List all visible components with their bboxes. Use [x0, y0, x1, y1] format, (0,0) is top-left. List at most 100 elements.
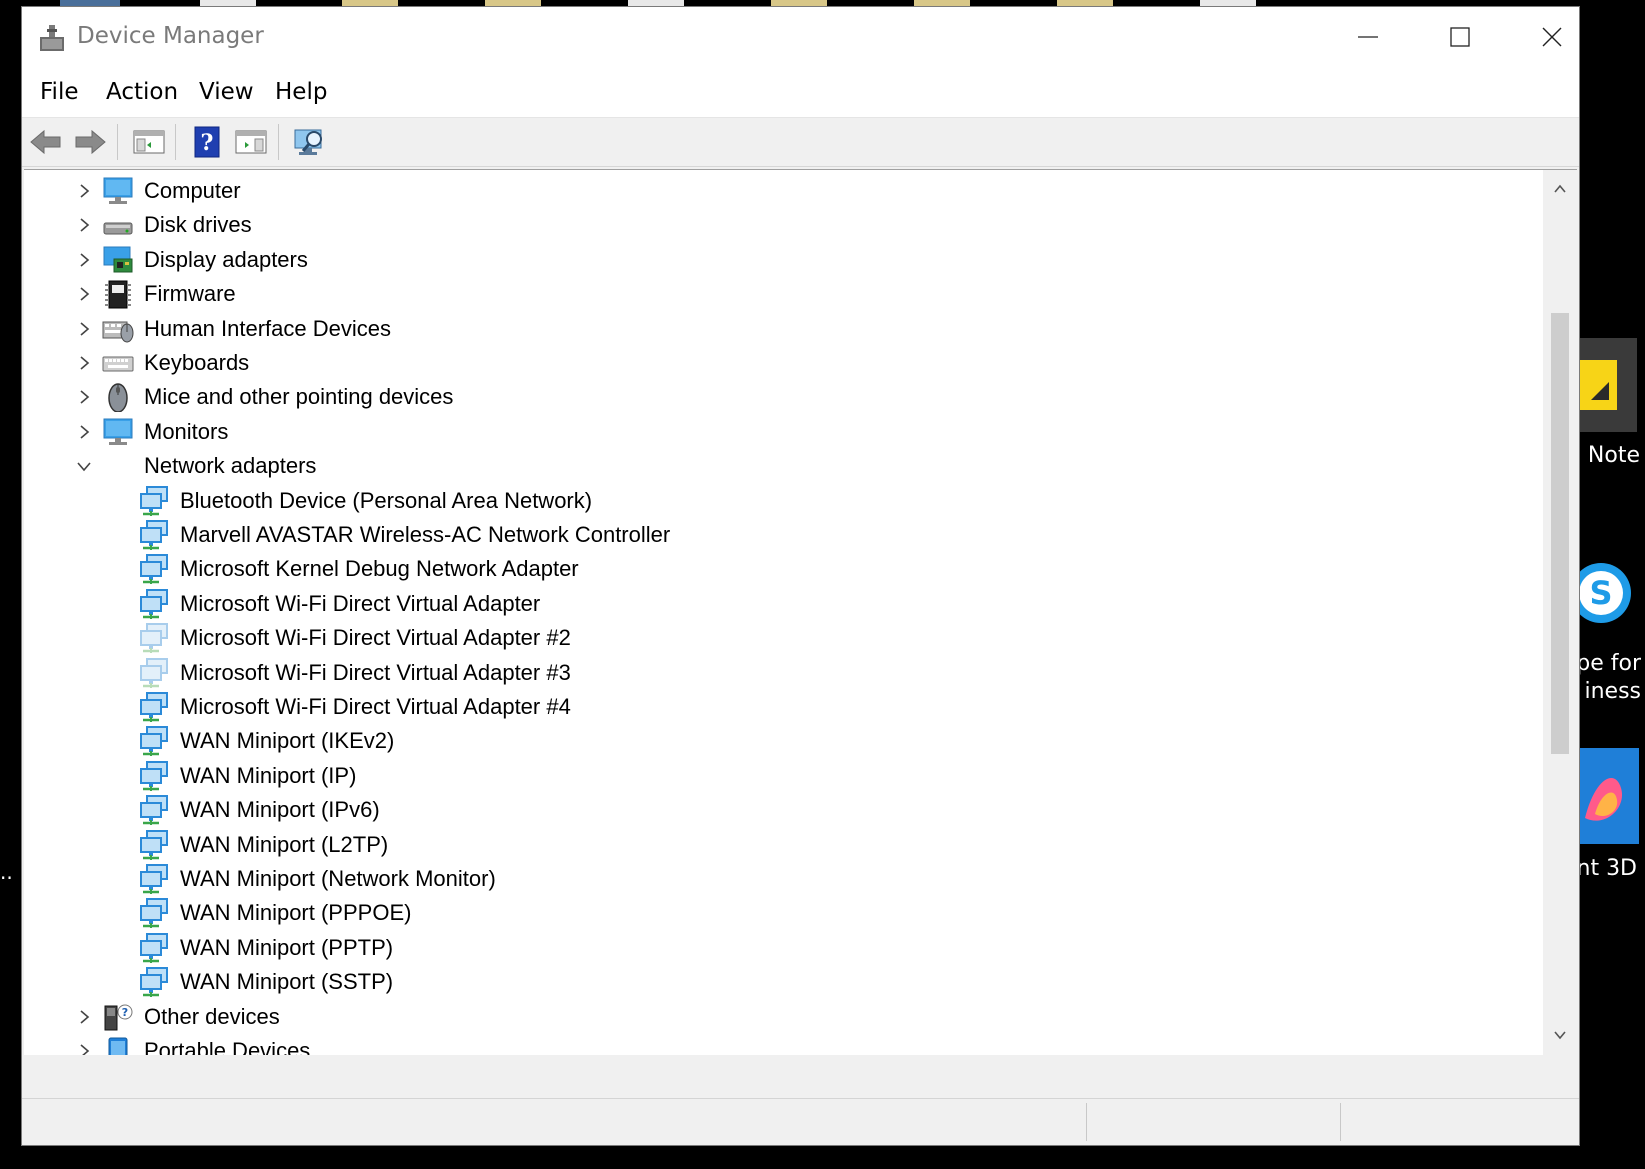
tree-category-row[interactable]: Display adapters — [24, 243, 1539, 277]
back-arrow-icon — [30, 129, 61, 155]
tree-category-row[interactable]: Monitors — [24, 415, 1539, 449]
tree-item-label: Microsoft Wi-Fi Direct Virtual Adapter #… — [180, 659, 571, 685]
menu-file[interactable]: File — [40, 77, 79, 107]
network-adapter-row[interactable]: WAN Miniport (L2TP) — [24, 828, 1539, 862]
network-adapter-icon — [139, 898, 171, 929]
toolbar-separator — [117, 124, 118, 160]
scan-hardware-changes-button[interactable] — [292, 125, 328, 159]
skype-desktop-icon[interactable]: S — [1571, 548, 1637, 638]
network-adapter-row[interactable]: Microsoft Wi-Fi Direct Virtual Adapter #… — [24, 690, 1539, 724]
minimize-icon — [1358, 36, 1378, 38]
vertical-scrollbar[interactable] — [1543, 170, 1577, 1055]
status-separator — [1086, 1103, 1087, 1141]
scroll-down-button[interactable] — [1543, 1018, 1577, 1052]
back-button[interactable] — [28, 125, 64, 159]
tree-item-label: Microsoft Wi-Fi Direct Virtual Adapter #… — [180, 694, 571, 719]
tree-item-label: Marvell AVASTAR Wireless-AC Network Cont… — [180, 522, 671, 547]
network-adapter-row[interactable]: Microsoft Wi-Fi Direct Virtual Adapter #… — [24, 621, 1539, 655]
tree-item-label: WAN Miniport (SSTP) — [180, 969, 394, 995]
show-hide-console-tree-button[interactable] — [131, 125, 167, 159]
maximize-button[interactable] — [1414, 7, 1506, 67]
desktop-ellipsis: .. — [0, 860, 13, 884]
paint3d-desktop-icon[interactable] — [1575, 748, 1639, 844]
sticky-notes-desktop-icon[interactable] — [1575, 338, 1637, 432]
portable-device-icon — [102, 1036, 134, 1055]
network-adapter-row[interactable]: WAN Miniport (IP) — [24, 759, 1539, 793]
network-adapter-row[interactable]: Microsoft Wi-Fi Direct Virtual Adapter — [24, 587, 1539, 621]
properties-pane-icon — [235, 130, 267, 154]
tree-category-row[interactable]: Firmware — [24, 277, 1539, 311]
network-adapter-row[interactable]: WAN Miniport (Network Monitor) — [24, 862, 1539, 896]
tree-item-label: Other devices — [144, 1003, 280, 1029]
network-adapter-row[interactable]: WAN Miniport (PPPOE) — [24, 896, 1539, 930]
network-adapter-icon — [139, 657, 171, 688]
network-adapter-row[interactable]: Microsoft Wi-Fi Direct Virtual Adapter #… — [24, 656, 1539, 690]
tree-item-label: Microsoft Wi-Fi Direct Virtual Adapter — [180, 590, 541, 616]
expand-chevron-icon[interactable] — [75, 423, 93, 441]
display-adapter-icon — [102, 245, 134, 275]
network-adapter-row[interactable]: Microsoft Kernel Debug Network Adapter — [24, 552, 1539, 586]
network-adapter-row[interactable]: WAN Miniport (PPTP) — [24, 931, 1539, 965]
collapse-chevron-icon[interactable] — [75, 457, 93, 475]
tree-category-row[interactable]: Computer — [24, 174, 1539, 208]
network-adapter-icon — [139, 485, 171, 516]
device-manager-window: Device Manager File Action View Help ? C… — [21, 6, 1580, 1146]
expand-chevron-icon[interactable] — [75, 285, 93, 303]
expand-chevron-icon[interactable] — [75, 320, 93, 338]
toolbar: ? — [22, 118, 1579, 167]
help-button[interactable]: ? — [189, 125, 225, 159]
tree-category-row[interactable]: Network adapters — [24, 449, 1539, 483]
tree-item-label: Keyboards — [144, 350, 250, 375]
tree-category-row[interactable]: Human Interface Devices — [24, 312, 1539, 346]
firmware-chip-icon — [102, 279, 134, 309]
network-adapter-icon — [139, 829, 171, 860]
network-adapter-row[interactable]: Marvell AVASTAR Wireless-AC Network Cont… — [24, 518, 1539, 552]
network-adapter-icon — [139, 554, 171, 585]
scroll-thumb[interactable] — [1551, 313, 1569, 754]
tree-item-label: WAN Miniport (IP) — [180, 762, 357, 788]
menu-view[interactable]: View — [199, 77, 254, 107]
tree-item-label: WAN Miniport (PPPOE) — [180, 900, 412, 926]
network-adapter-icon — [139, 588, 171, 619]
menu-action[interactable]: Action — [106, 77, 178, 107]
network-adapter-row[interactable]: WAN Miniport (IPv6) — [24, 793, 1539, 827]
expand-chevron-icon[interactable] — [75, 388, 93, 406]
network-adapter-row[interactable]: Bluetooth Device (Personal Area Network) — [24, 484, 1539, 518]
expand-chevron-icon[interactable] — [75, 1042, 93, 1055]
network-adapter-icon — [139, 967, 171, 998]
tree-category-row[interactable]: Disk drives — [24, 208, 1539, 242]
minimize-button[interactable] — [1322, 7, 1414, 67]
scan-hardware-changes-icon — [294, 129, 322, 155]
tree-item-label: Firmware — [144, 281, 236, 307]
tree-category-row[interactable]: ? Other devices — [24, 1000, 1539, 1034]
show-hide-console-tree-icon — [133, 130, 165, 154]
tree-category-row[interactable]: Portable Devices — [24, 1034, 1539, 1055]
tree-category-row[interactable]: Mice and other pointing devices — [24, 380, 1539, 414]
svg-text:?: ? — [201, 130, 214, 156]
menu-bar: File Action View Help — [22, 67, 1579, 118]
tree-item-label: WAN Miniport (PPTP) — [180, 934, 394, 960]
forward-button[interactable] — [72, 125, 108, 159]
other-devices-icon: ? — [102, 1002, 134, 1032]
expand-chevron-icon[interactable] — [75, 1008, 93, 1026]
tree-category-row[interactable]: Keyboards — [24, 346, 1539, 380]
expand-chevron-icon[interactable] — [75, 251, 93, 269]
expand-chevron-icon[interactable] — [75, 182, 93, 200]
close-button[interactable] — [1506, 7, 1598, 67]
desktop-label-sticky: Note — [1587, 443, 1640, 468]
expand-chevron-icon[interactable] — [75, 354, 93, 372]
device-tree[interactable]: Computer Disk drives Display adapters Firmw… — [24, 169, 1577, 1055]
network-adapter-row[interactable]: WAN Miniport (SSTP) — [24, 965, 1539, 999]
forward-arrow-icon — [75, 129, 106, 155]
network-adapter-row[interactable]: WAN Miniport (IKEv2) — [24, 724, 1539, 758]
tree-item-label: Microsoft Wi-Fi Direct Virtual Adapter #… — [180, 625, 571, 651]
properties-pane-button[interactable] — [233, 125, 269, 159]
network-adapter-icon — [139, 864, 171, 894]
menu-help[interactable]: Help — [275, 77, 327, 107]
status-bar — [22, 1098, 1579, 1145]
help-icon: ? — [194, 126, 220, 158]
title-bar[interactable]: Device Manager — [22, 7, 1579, 67]
expand-chevron-icon[interactable] — [75, 216, 93, 234]
monitor-icon — [102, 417, 134, 447]
scroll-up-button[interactable] — [1543, 172, 1577, 206]
